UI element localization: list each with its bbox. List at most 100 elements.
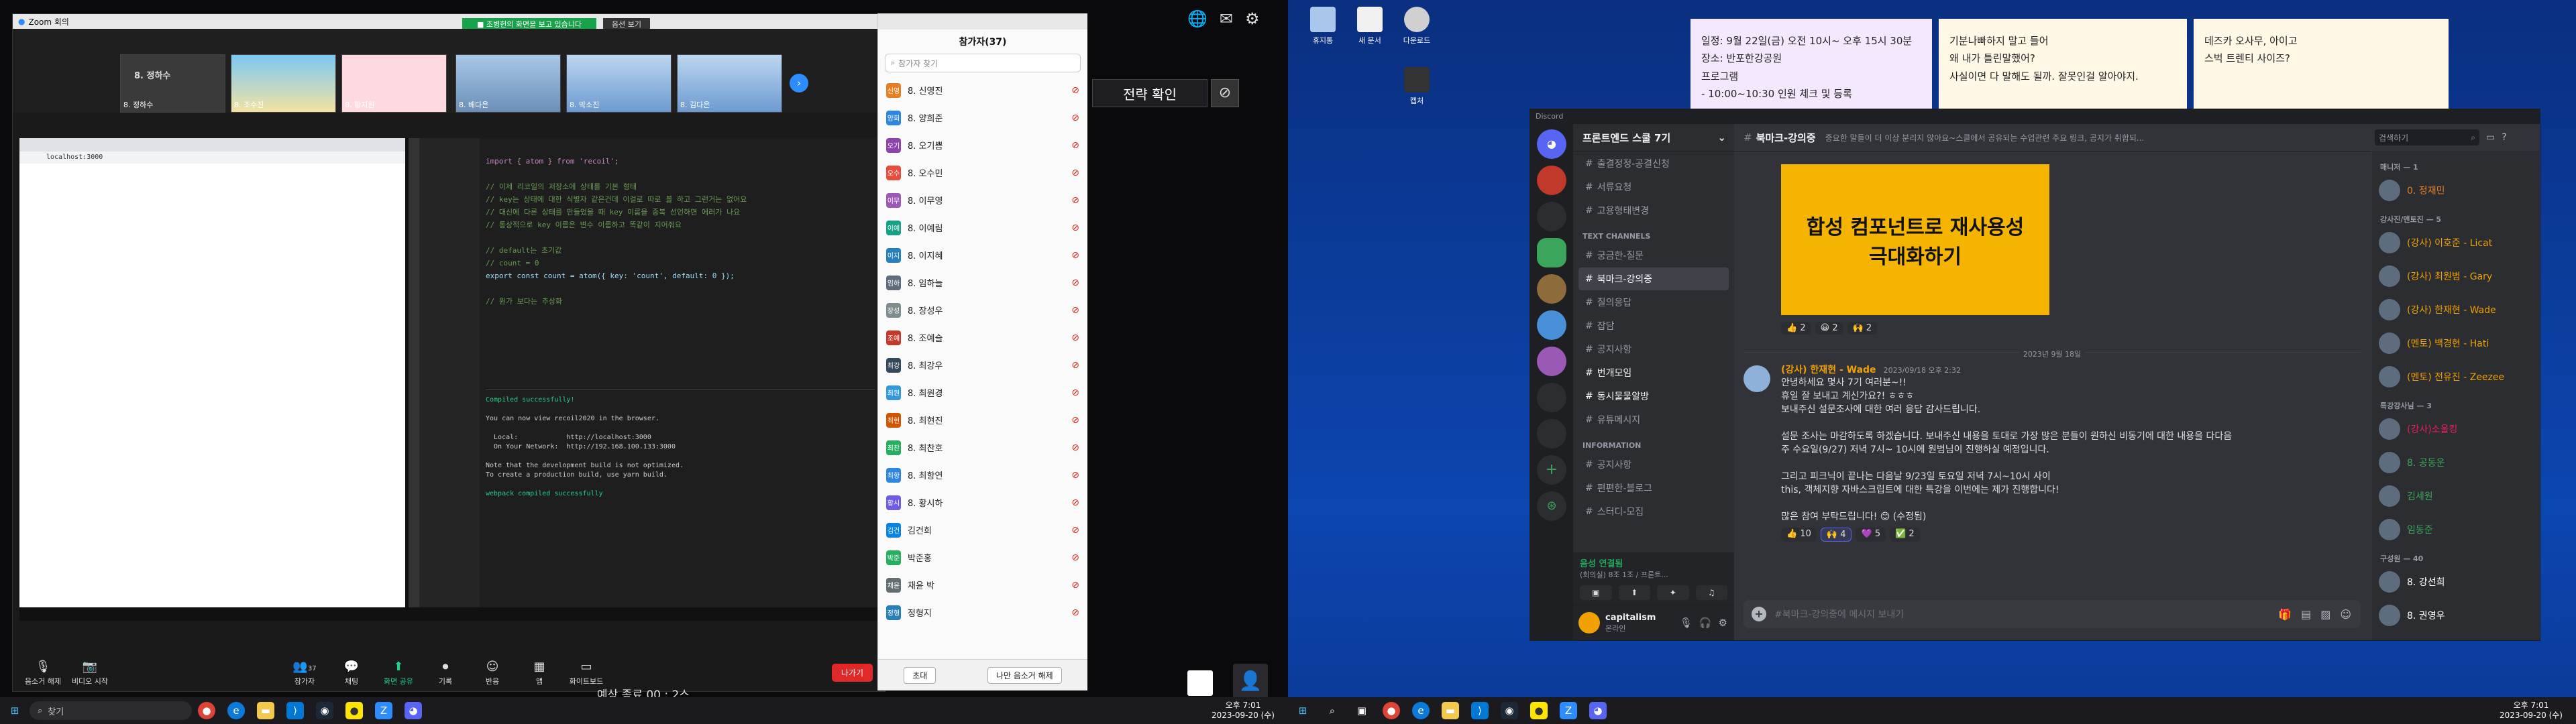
mail-icon[interactable]: ✉ — [1220, 9, 1233, 28]
channel-item[interactable]: # 편편한-블로그 — [1578, 477, 1729, 499]
desktop-icon[interactable]: 다운로드 — [1395, 7, 1438, 46]
gear-icon[interactable]: ⚙ — [1245, 9, 1260, 28]
reaction-chip[interactable]: 👍 2 — [1781, 322, 1811, 335]
channel-item[interactable]: # 출결정정-공결신청 — [1578, 152, 1729, 175]
share-screen-button[interactable]: ⬆ 화면 공유 — [375, 660, 422, 686]
participant-row[interactable]: 오수 8. 오수민 ⊘ — [878, 159, 1087, 186]
reaction-chip[interactable]: 😀 2 — [1815, 322, 1843, 335]
channel-item[interactable]: # 공지사항 — [1578, 338, 1729, 361]
reaction-chip[interactable]: 🙌 2 — [1847, 322, 1878, 335]
participants-search[interactable]: ⌕ 참가자 찾기 — [885, 54, 1081, 72]
bottom-right-tool-icon[interactable] — [1187, 670, 1213, 696]
start-icon[interactable]: ⊞ — [1294, 702, 1311, 719]
member-item[interactable]: (강사) 최원범 - Gary — [2372, 259, 2540, 293]
participant-row[interactable]: 이지 8. 이지혜 ⊘ — [878, 241, 1087, 269]
member-item[interactable]: (강사) 한재현 - Wade — [2372, 293, 2540, 326]
reaction-chip[interactable]: 👍 10 — [1781, 528, 1817, 542]
participant-row[interactable]: 양희 8. 양희준 ⊘ — [878, 104, 1087, 131]
globe-icon[interactable]: 🌐 — [1187, 9, 1208, 28]
unmute-me-button[interactable]: 나만 음소거 해제 — [987, 666, 1062, 684]
channel-item[interactable]: # 고용형태변경 — [1578, 199, 1729, 222]
discord-home-icon[interactable]: ◕ — [1537, 129, 1566, 159]
leave-button[interactable]: 나가기 — [831, 664, 873, 682]
server-icon[interactable] — [1537, 166, 1566, 195]
reaction-button[interactable]: ☺ 반응 — [469, 660, 516, 686]
zoom-icon[interactable]: Z — [1560, 702, 1577, 719]
add-server-icon[interactable]: + — [1537, 455, 1566, 485]
channel-item[interactable]: # 번개모임 — [1578, 361, 1729, 384]
explorer-icon[interactable]: ▬ — [257, 702, 274, 719]
channel-item[interactable]: # 스터디-모집 — [1578, 500, 1729, 523]
gift-icon[interactable]: 🎁 — [2278, 608, 2292, 621]
avatar[interactable] — [1578, 612, 1600, 634]
search-icon[interactable]: ⌕ — [1324, 702, 1341, 719]
bottom-right-avatar-icon[interactable]: 👤 — [1233, 664, 1268, 699]
reaction-chip[interactable]: 💜 5 — [1856, 528, 1886, 542]
participant-row[interactable]: 임하 8. 임하늘 ⊘ — [878, 269, 1087, 296]
participant-row[interactable]: 최원 8. 최원경 ⊘ — [878, 379, 1087, 406]
activity-icon[interactable]: ✦ — [1657, 585, 1689, 600]
desktop-icon[interactable]: 캡처 — [1395, 67, 1438, 106]
emoji-icon[interactable]: ☺ — [2340, 608, 2351, 621]
next-page-icon[interactable]: › — [790, 74, 808, 93]
steam-icon[interactable]: ◉ — [1501, 702, 1518, 719]
participant-row[interactable]: 이무 8. 이무영 ⊘ — [878, 186, 1087, 214]
video-tile[interactable]: 8. 배다은 — [455, 54, 561, 113]
tray-clock[interactable]: 오후 7:01 2023-09-20 (수) — [2500, 701, 2563, 721]
video-tile[interactable]: 8. 조수진 — [231, 54, 336, 113]
channel-item[interactable]: # 질의응답 — [1578, 291, 1729, 314]
whiteboard-button[interactable]: ▭ 화이트보드 — [563, 660, 610, 686]
soundboard-icon[interactable]: ♫ — [1695, 585, 1727, 600]
desktop-icon[interactable]: 휴지통 — [1301, 7, 1344, 46]
channel-item[interactable]: # 공지사항 — [1578, 453, 1729, 476]
server-icon[interactable] — [1537, 419, 1566, 448]
member-item[interactable]: (멘토) 전유진 - Zeezee — [2372, 360, 2540, 394]
chrome-icon[interactable]: ● — [198, 702, 215, 719]
video-tile[interactable]: 8. 정하수 8. 정하수 — [120, 54, 225, 113]
member-item[interactable]: (강사)소울킹 — [2372, 412, 2540, 446]
participant-row[interactable]: 장성 8. 장성우 ⊘ — [878, 296, 1087, 324]
server-icon[interactable] — [1537, 202, 1566, 231]
taskbar-search[interactable]: ⌕ 찾기 — [30, 701, 192, 720]
message-input[interactable]: + #북마크-강의중에 메시지 보내기 🎁 ▤ ▨ ☺ — [1743, 600, 2361, 628]
video-tile[interactable]: 8. 김다은 — [677, 54, 782, 113]
mic-icon[interactable]: 🎙 — [1680, 617, 1693, 629]
zoom-icon[interactable]: Z — [375, 702, 392, 719]
member-item[interactable]: (멘토) 백경현 - Hati — [2372, 326, 2540, 360]
server-icon[interactable] — [1537, 238, 1566, 267]
discord-icon[interactable]: ◕ — [405, 702, 422, 719]
edge-icon[interactable]: e — [1412, 702, 1430, 719]
participants-button[interactable]: 👥37 참가자 — [281, 660, 328, 686]
member-item[interactable]: 8. 권영우 — [2372, 599, 2540, 632]
help-icon[interactable]: ? — [2502, 132, 2506, 143]
search-input[interactable]: 검색하기 ⌕ — [2375, 129, 2479, 145]
gear-icon[interactable]: ⚙ — [1719, 617, 1727, 629]
video-button[interactable]: 📷 비디오 시작 — [66, 660, 113, 686]
mute-button[interactable]: 🎙 음소거 해제 — [19, 660, 66, 686]
task-view-icon[interactable]: ▣ — [1353, 702, 1371, 719]
participant-row[interactable]: 최항 8. 최항연 ⊘ — [878, 461, 1087, 489]
kakaotalk-icon[interactable]: ● — [1530, 702, 1548, 719]
server-header[interactable]: 프론트엔드 스쿨 7기 ⌄ — [1573, 124, 1734, 152]
desktop-icon[interactable]: 새 문서 — [1348, 7, 1391, 46]
participant-row[interactable]: 정형 정형지 ⊘ — [878, 599, 1087, 626]
video-tile[interactable]: 8. 박소진 — [566, 54, 672, 113]
eye-off-icon[interactable]: ⊘ — [1211, 79, 1239, 107]
video-tile[interactable]: 8. 황지원 — [341, 54, 447, 113]
vscode-icon[interactable]: ⟩ — [286, 702, 304, 719]
inbox-icon[interactable]: ▭ — [2486, 132, 2495, 143]
discord-icon[interactable]: ◕ — [1589, 702, 1607, 719]
channel-item[interactable]: # 유튜메시지 — [1578, 408, 1729, 431]
start-icon[interactable]: ⊞ — [6, 702, 23, 719]
participant-row[interactable]: 채윤 채윤 박 ⊘ — [878, 571, 1087, 599]
participant-row[interactable]: 조예 8. 조예슬 ⊘ — [878, 324, 1087, 351]
channel-item-selected[interactable]: # 북마크-강의중 — [1578, 267, 1729, 290]
category-header[interactable]: TEXT CHANNELS — [1573, 223, 1734, 243]
edge-icon[interactable]: e — [227, 702, 245, 719]
member-item[interactable]: 임동준 — [2372, 513, 2540, 546]
participant-row[interactable]: 신영 8. 신영진 ⊘ — [878, 76, 1087, 104]
chrome-icon[interactable]: ● — [1383, 702, 1400, 719]
channel-item[interactable]: # 동시물물알방 — [1578, 385, 1729, 408]
server-icon[interactable] — [1537, 310, 1566, 340]
strategy-button[interactable]: 전략 확인 — [1092, 79, 1208, 107]
